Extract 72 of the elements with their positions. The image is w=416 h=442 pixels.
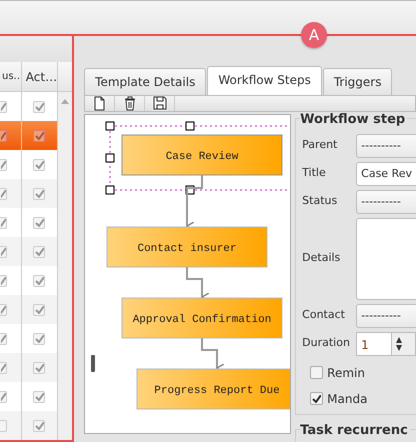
step-node[interactable] [136,368,290,410]
checkbox[interactable] [33,304,46,316]
checkbox[interactable] [33,362,46,374]
table-row[interactable] [0,92,72,121]
field-label: Duration [302,335,351,352]
column-header[interactable]: us… [2,69,21,84]
step-title: Contact insurer [138,243,237,255]
spinner-icon[interactable] [396,336,402,350]
delete-icon [122,96,137,111]
checkbox[interactable] [33,332,46,344]
checkbox[interactable] [33,216,46,228]
field-label: Parent [302,137,338,154]
scroll-up-icon[interactable] [60,99,69,104]
checkbox[interactable] [0,390,7,402]
checkbox[interactable] [0,362,7,374]
step-node[interactable] [106,226,268,268]
field-label: Status [302,193,338,210]
checkbox-label: Remin [327,364,365,382]
checkbox[interactable] [0,274,7,286]
table-row[interactable] [0,150,72,179]
checkbox[interactable] [0,304,7,316]
table-row[interactable] [0,382,72,411]
checkbox[interactable] [33,246,46,258]
checkbox[interactable] [310,366,324,379]
table-row[interactable] [0,208,72,237]
checkbox[interactable] [33,390,46,402]
table-row[interactable] [0,121,72,150]
checkbox-label: Manda [327,390,368,408]
step-title: Approval Confirmation [132,314,272,326]
step-title: Case Review [166,151,238,163]
field-label: Title [302,165,327,182]
checkbox[interactable] [0,420,7,432]
dropdown-field[interactable]: ---------- [356,190,416,214]
step-title: Progress Report Due [154,385,280,397]
field-label: Contact [302,307,346,324]
checkbox[interactable] [310,392,324,405]
checkbox[interactable] [0,158,7,170]
checkbox[interactable] [0,332,7,344]
number-field[interactable]: 1 [356,332,392,356]
table-row[interactable] [0,266,72,295]
table-row[interactable] [0,295,72,324]
checkbox[interactable] [33,100,46,112]
tab[interactable]: Triggers [322,68,392,95]
tab[interactable]: Template Details [84,68,206,95]
checkbox[interactable] [0,100,7,112]
table-row[interactable] [0,324,72,353]
table-row[interactable] [0,353,72,382]
dropdown-field[interactable]: ---------- [356,304,416,328]
checkbox[interactable] [33,188,46,200]
input-field[interactable]: Case Rev [356,162,416,186]
step-node[interactable] [122,298,283,338]
checkbox[interactable] [0,246,7,258]
step-node[interactable] [122,134,283,176]
checkbox[interactable] [0,188,7,200]
save-icon [152,96,167,111]
checkbox[interactable] [33,158,46,170]
column-header[interactable]: Act… [26,68,58,86]
checkbox[interactable] [33,274,46,286]
table-row[interactable] [0,411,72,440]
marker-badge: A [301,22,327,48]
dropdown-field[interactable]: ---------- [356,134,416,158]
table-row[interactable] [0,179,72,208]
checkbox[interactable] [33,130,46,142]
checkbox[interactable] [0,130,7,142]
checkbox[interactable] [33,420,46,432]
tab[interactable]: Workflow Steps [207,66,322,95]
new-file-icon [92,96,107,111]
checkbox[interactable] [0,216,7,228]
table-row[interactable] [0,237,72,266]
field-label: Details [302,250,342,266]
text-area[interactable] [356,218,416,300]
splitter-handle[interactable] [91,355,95,372]
